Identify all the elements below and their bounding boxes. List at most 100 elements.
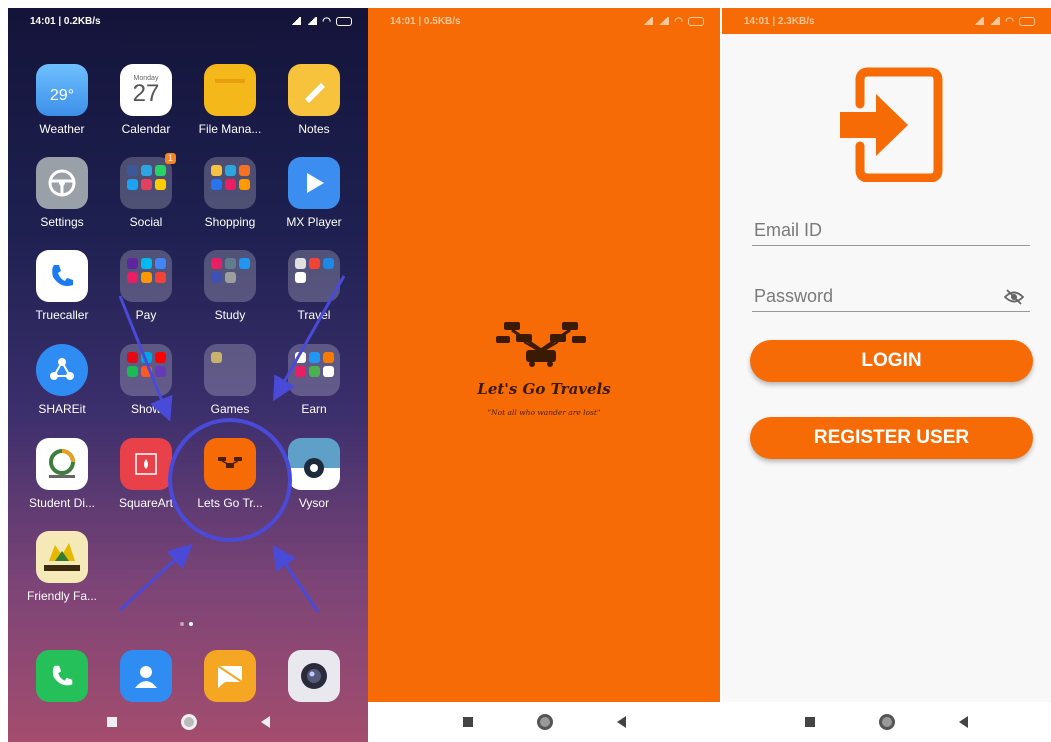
- folder-icon: [204, 157, 256, 209]
- phone-app[interactable]: [19, 650, 105, 708]
- signal-icon: [642, 17, 654, 25]
- app-label: SquareArt: [118, 496, 174, 510]
- home-button[interactable]: [536, 714, 553, 730]
- games-folder[interactable]: Games: [187, 344, 273, 416]
- lets-go-travels-app[interactable]: Lets Go Tr...: [187, 438, 273, 510]
- folder-icon: [204, 344, 256, 396]
- home-screen: 14:01 | 0.2KB/s ◠ 29° Weather Monday 27 …: [8, 8, 368, 742]
- app-label: Calendar: [121, 122, 171, 136]
- calendar-app[interactable]: Monday 27 Calendar: [103, 64, 189, 136]
- app-label: SHAREit: [38, 402, 86, 416]
- calendar-icon: Monday 27: [120, 64, 172, 116]
- password-field[interactable]: Password: [752, 280, 1030, 312]
- steering-wheel-icon: [36, 157, 88, 209]
- wifi-icon: ◠: [674, 15, 683, 27]
- visibility-off-icon[interactable]: [1004, 289, 1024, 305]
- messages-app[interactable]: [187, 650, 273, 708]
- status-time: 14:01 | 0.5KB/s: [390, 15, 461, 27]
- file-manager-app[interactable]: File Mana...: [187, 64, 273, 136]
- app-label: Weather: [39, 122, 85, 136]
- wifi-icon: ◠: [1005, 15, 1014, 27]
- app-label: File Mana...: [198, 122, 262, 136]
- password-placeholder: Password: [754, 286, 834, 306]
- login-screen: 14:01 | 2.3KB/s ◠ Email ID Password LOGI…: [722, 8, 1051, 742]
- signal-icon: [306, 17, 318, 25]
- squareart-app[interactable]: SquareArt: [103, 438, 189, 510]
- folder-icon: [120, 344, 172, 396]
- app-label: Friendly Fa...: [26, 589, 98, 603]
- recents-button[interactable]: [106, 717, 117, 727]
- status-bar: 14:01 | 0.2KB/s ◠: [8, 8, 368, 34]
- back-button[interactable]: [959, 716, 968, 728]
- battery-icon: [688, 16, 704, 26]
- friendly-farm-app[interactable]: Friendly Fa...: [19, 531, 105, 603]
- vysor-app[interactable]: Vysor: [271, 438, 357, 510]
- weather-app[interactable]: 29° Weather: [19, 64, 105, 136]
- weather-icon: 29°: [36, 64, 88, 116]
- shopping-folder[interactable]: Shopping: [187, 157, 273, 229]
- signal-icon: [658, 17, 670, 25]
- status-icons: ◠: [642, 16, 704, 27]
- battery-icon: [336, 16, 352, 26]
- status-time: 14:01 | 0.2KB/s: [30, 15, 101, 27]
- show-folder[interactable]: Show: [103, 344, 189, 416]
- app-label: Truecaller: [35, 308, 89, 322]
- camera-icon: [288, 650, 340, 702]
- app-label: Games: [210, 402, 250, 416]
- login-button[interactable]: LOGIN: [750, 340, 1033, 382]
- app-label: Settings: [40, 215, 84, 229]
- app-label: MX Player: [286, 215, 342, 229]
- play-icon: [288, 157, 340, 209]
- app-label: Social: [129, 215, 163, 229]
- camera-app[interactable]: [271, 650, 357, 708]
- recents-button[interactable]: [462, 717, 473, 727]
- splash-screen: 14:01 | 0.5KB/s ◠ Let's Go Travels "Not …: [368, 8, 720, 742]
- register-user-button[interactable]: REGISTER USER: [750, 417, 1033, 459]
- university-logo-icon: [36, 438, 88, 490]
- back-button[interactable]: [260, 716, 270, 728]
- travel-folder[interactable]: Travel: [271, 250, 357, 322]
- battery-icon: [1019, 16, 1035, 26]
- farm-logo-icon: [36, 531, 88, 583]
- status-icons: ◠: [973, 16, 1035, 27]
- recents-button[interactable]: [805, 717, 815, 727]
- notification-badge: 1: [165, 153, 176, 164]
- signal-icon: [989, 17, 1001, 25]
- eye-icon: [288, 438, 340, 490]
- crop-icon: [120, 438, 172, 490]
- home-button[interactable]: [180, 714, 197, 730]
- back-button[interactable]: [616, 716, 626, 728]
- app-label: Vysor: [298, 496, 330, 510]
- status-time: 14:01 | 2.3KB/s: [744, 15, 815, 27]
- person-icon: [120, 650, 172, 702]
- truecaller-app[interactable]: Truecaller: [19, 250, 105, 322]
- folder-icon: [288, 250, 340, 302]
- page-dot-active: [189, 622, 193, 626]
- app-label: Pay: [135, 308, 157, 322]
- app-label: Show: [130, 402, 162, 416]
- notes-app[interactable]: Notes: [271, 64, 357, 136]
- email-placeholder: Email ID: [754, 220, 823, 240]
- student-diary-app[interactable]: Student Di...: [19, 438, 105, 510]
- navigation-bar: [8, 702, 368, 742]
- status-bar: 14:01 | 0.5KB/s ◠: [368, 8, 720, 34]
- app-label: Earn: [301, 402, 327, 416]
- phone-icon: [36, 250, 88, 302]
- folder-icon: [120, 250, 172, 302]
- pencil-icon: [288, 64, 340, 116]
- cars-logo-icon: [496, 322, 586, 367]
- shareit-app[interactable]: SHAREit: [19, 344, 105, 416]
- earn-folder[interactable]: Earn: [271, 344, 357, 416]
- mx-player-app[interactable]: MX Player: [271, 157, 357, 229]
- home-button[interactable]: [879, 714, 895, 730]
- phone-icon: [36, 650, 88, 702]
- pay-folder[interactable]: Pay: [103, 250, 189, 322]
- wifi-icon: ◠: [322, 15, 331, 27]
- study-folder[interactable]: Study: [187, 250, 273, 322]
- share-icon: [36, 344, 88, 396]
- signal-icon: [290, 17, 302, 25]
- contacts-app[interactable]: [103, 650, 189, 708]
- social-folder[interactable]: 1 Social: [103, 153, 189, 229]
- settings-app[interactable]: Settings: [19, 157, 105, 229]
- email-field[interactable]: Email ID: [752, 214, 1030, 246]
